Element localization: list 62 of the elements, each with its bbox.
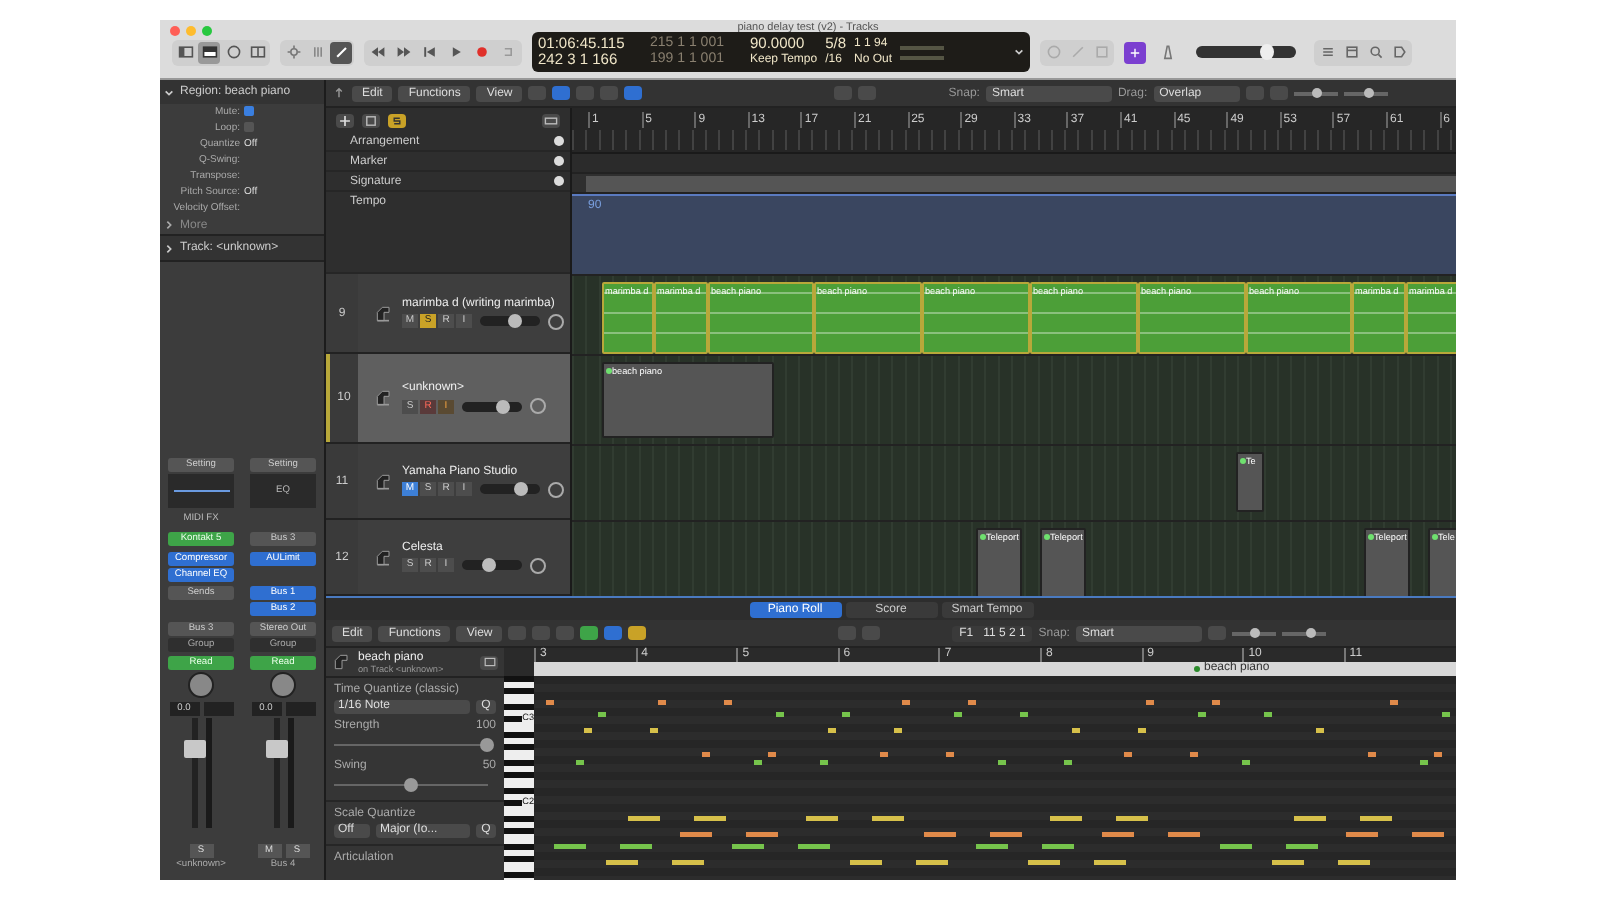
fader-handle[interactable] [183,739,205,758]
browser-icon[interactable] [1388,41,1410,63]
pan-knob[interactable] [548,481,564,497]
checkbox[interactable] [244,121,254,131]
slider-thumb[interactable] [514,482,528,496]
back-arrow-icon[interactable] [332,86,346,100]
pan-knob[interactable] [530,398,546,414]
pencil-icon[interactable] [330,41,352,63]
level-meter [287,718,293,828]
calendar-icon[interactable] [1340,41,1362,63]
pan-knob[interactable] [530,557,546,573]
piano-icon [374,388,394,408]
piano-icon [332,652,352,672]
volume-slider[interactable] [480,316,540,326]
volume-slider[interactable] [462,560,522,570]
slider-thumb[interactable] [1311,87,1322,97]
midi-out-icon[interactable] [580,626,599,640]
slider-thumb[interactable] [403,778,417,792]
master-volume-slider[interactable] [1196,46,1296,58]
piano-icon [374,303,394,323]
slider-thumb[interactable] [480,738,494,752]
global-tracks-icon[interactable] [542,113,560,127]
slider-thumb[interactable] [1250,627,1261,637]
slider-thumb[interactable] [508,314,522,328]
catch-icon[interactable] [624,86,643,100]
disclosure-icon[interactable] [164,243,174,253]
disclosure-icon[interactable] [164,220,174,230]
editor-icon[interactable] [246,41,268,63]
piano-icon [374,471,394,491]
region-view-icon[interactable] [480,655,498,669]
search-icon[interactable] [1364,41,1386,63]
piano-icon [374,547,394,567]
volume-slider[interactable] [480,484,540,494]
pan-knob[interactable] [270,672,296,698]
count-in-icon[interactable] [1124,41,1146,63]
slider-thumb[interactable] [1306,627,1317,637]
chevron-icon[interactable] [1014,48,1024,56]
solo-icon[interactable] [388,113,406,127]
level-meter [205,718,211,828]
inspector-icon[interactable] [198,41,220,63]
slider-thumb[interactable] [496,399,510,413]
disclosure-icon[interactable] [164,87,174,97]
sun-icon[interactable] [282,41,304,63]
add-track-icon[interactable] [336,113,354,127]
peak-display [203,701,233,715]
help-icon[interactable] [222,41,244,63]
eq-curve-drawing[interactable] [168,474,234,508]
marker-lane[interactable] [572,154,1456,174]
library-icon[interactable] [174,41,196,63]
peak-display [285,701,315,715]
slider-thumb[interactable] [1260,44,1274,60]
fader-handle[interactable] [265,739,287,758]
region-view-icon[interactable] [552,86,571,100]
slider-thumb[interactable] [1363,87,1374,97]
link-icon[interactable] [628,626,647,640]
slider-thumb[interactable] [481,558,495,572]
pan-knob[interactable] [548,313,564,329]
checkbox[interactable] [244,105,254,115]
pan-knob[interactable] [188,672,214,698]
duplicate-track-icon[interactable] [362,113,380,127]
catch-icon[interactable] [604,626,623,640]
volume-slider[interactable] [462,401,522,411]
